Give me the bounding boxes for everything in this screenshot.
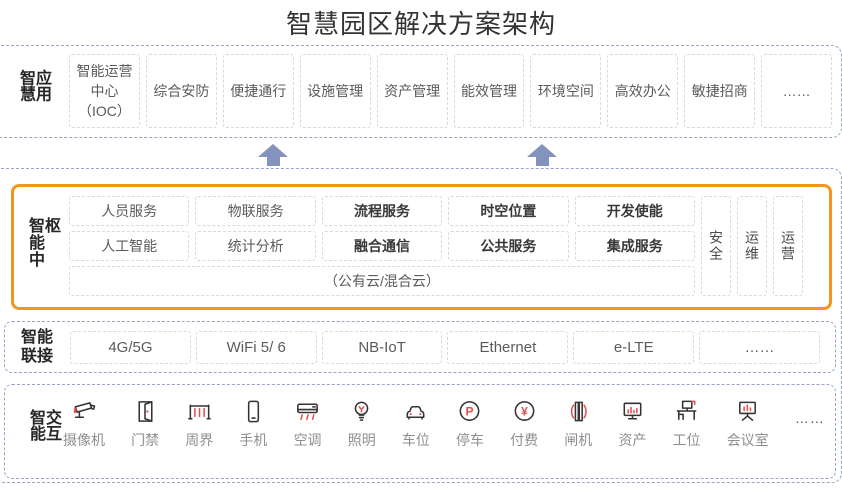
device-label: 手机	[239, 430, 267, 450]
device-label: 照明	[348, 430, 376, 450]
app-box-asset: 资产管理	[377, 54, 448, 128]
device-label: 资产	[618, 430, 646, 450]
car-space-icon	[402, 398, 429, 425]
diagram-title: 智慧园区解决方案架构	[0, 4, 842, 41]
device-label: 闸机	[564, 430, 592, 450]
app-box-facility: 设施管理	[300, 54, 371, 128]
up-arrow-stem	[267, 157, 280, 166]
hub-box-process: 流程服务	[322, 196, 442, 226]
mobile-phone-icon	[240, 398, 267, 425]
app-box-ioc: 智能运营中心（IOC）	[69, 54, 140, 128]
device-label: 停车	[456, 430, 484, 450]
platform-section: 智能中枢 人员服务 物联服务 流程服务 时空位置 开发使能 人工智能 统计分析 …	[0, 168, 842, 483]
hub-pillars: 安全 运维 运营	[701, 196, 803, 296]
app-box-office: 高效办公	[607, 54, 678, 128]
svg-text:¥: ¥	[521, 404, 528, 418]
app-box-more: ……	[761, 54, 832, 128]
layer-label-smart-hub: 智能中枢	[26, 217, 58, 277]
device-payment: ¥ 付费	[510, 398, 538, 450]
app-box-access: 便捷通行	[223, 54, 294, 128]
app-box-environment: 环境空间	[530, 54, 601, 128]
net-box-wifi: WiFi 5/ 6	[196, 331, 317, 364]
app-box-security: 综合安防	[146, 54, 217, 128]
device-camera: 摄像机	[63, 398, 105, 450]
air-conditioner-icon	[294, 398, 321, 425]
device-label: 空调	[294, 430, 322, 450]
device-phone: 手机	[239, 398, 267, 450]
layer-smart-hub: 智能中枢 人员服务 物联服务 流程服务 时空位置 开发使能 人工智能 统计分析 …	[11, 184, 832, 310]
net-box-nbiot: NB-IoT	[322, 331, 443, 364]
app-box-energy: 能效管理	[454, 54, 525, 128]
layer-smart-interaction: 智能交互 摄像机	[4, 384, 836, 479]
device-label: 付费	[510, 430, 538, 450]
device-ac: 空调	[294, 398, 322, 450]
device-door-access: 门禁	[131, 398, 159, 450]
turnstile-gate-icon	[565, 398, 592, 425]
up-arrow-head	[527, 144, 557, 157]
asset-monitor-icon	[619, 398, 646, 425]
device-car-space: 车位	[402, 398, 430, 450]
hub-box-iot: 物联服务	[195, 196, 315, 226]
up-arrow	[527, 144, 557, 166]
hub-box-integration: 集成服务	[575, 231, 695, 261]
device-lighting: 照明	[348, 398, 376, 450]
door-access-icon	[132, 398, 159, 425]
net-box-ethernet: Ethernet	[447, 331, 568, 364]
device-label: 摄像机	[63, 430, 105, 450]
parking-sign-icon: P	[456, 398, 483, 425]
device-label: 周界	[185, 430, 213, 450]
net-box-elte: e-LTE	[573, 331, 694, 364]
device-turnstile: 闸机	[564, 398, 592, 450]
network-box-row: 4G/5G WiFi 5/ 6 NB-IoT Ethernet e-LTE ……	[70, 331, 820, 364]
device-perimeter: 周界	[185, 398, 213, 450]
device-parking: P 停车	[456, 398, 484, 450]
device-label: 门禁	[131, 430, 159, 450]
layer-smart-applications: 智慧应用 智能运营中心（IOC） 综合安防 便捷通行 设施管理 资产管理 能效管…	[0, 45, 842, 138]
device-meeting-room: 会议室	[727, 398, 769, 450]
hub-box-ai: 人工智能	[69, 231, 189, 261]
device-row: 摄像机 门禁 周界	[63, 398, 825, 450]
perimeter-fence-icon	[186, 398, 213, 425]
light-bulb-icon	[348, 398, 375, 425]
net-box-4g5g: 4G/5G	[70, 331, 191, 364]
up-arrow-head	[258, 144, 288, 157]
up-arrow	[258, 144, 288, 166]
net-box-more: ……	[699, 331, 820, 364]
cctv-camera-icon	[71, 398, 98, 425]
payment-yuan-icon: ¥	[511, 398, 538, 425]
workstation-desk-icon	[673, 398, 700, 425]
layer-label-smart-applications: 智慧应用	[17, 69, 49, 115]
layer-smart-connectivity: 智能联接 4G/5G WiFi 5/ 6 NB-IoT Ethernet e-L…	[4, 321, 836, 373]
meeting-room-screen-icon	[734, 398, 761, 425]
up-arrow-stem	[536, 157, 549, 166]
smart-park-architecture-diagram: 智慧园区解决方案架构 智慧应用 智能运营中心（IOC） 综合安防 便捷通行 设施…	[0, 0, 842, 489]
hub-box-spatiotemporal: 时空位置	[448, 196, 568, 226]
pillar-security: 安全	[701, 196, 731, 296]
hub-box-cloud: （公有云/混合云）	[69, 266, 695, 296]
layer-label-smart-interaction: 智能交互	[27, 408, 59, 455]
hub-services-grid: 人员服务 物联服务 流程服务 时空位置 开发使能 人工智能 统计分析 融合通信 …	[69, 196, 695, 296]
hub-box-statistics: 统计分析	[195, 231, 315, 261]
device-label: 会议室	[727, 430, 769, 450]
hub-box-communication: 融合通信	[322, 231, 442, 261]
layer-label-smart-connectivity: 智能联接	[21, 328, 57, 366]
device-more-ellipsis: ……	[795, 398, 825, 426]
device-label: 工位	[673, 430, 701, 450]
pillar-om: 运维	[737, 196, 767, 296]
device-label: 车位	[402, 430, 430, 450]
hub-box-public-service: 公共服务	[448, 231, 568, 261]
device-workstation: 工位	[673, 398, 701, 450]
device-asset: 资产	[618, 398, 646, 450]
pillar-operation: 运营	[773, 196, 803, 296]
svg-text:P: P	[466, 404, 474, 418]
hub-box-personnel: 人员服务	[69, 196, 189, 226]
hub-box-dev-enablement: 开发使能	[575, 196, 695, 226]
apps-box-row: 智能运营中心（IOC） 综合安防 便捷通行 设施管理 资产管理 能效管理 环境空…	[69, 54, 832, 128]
app-box-leasing: 敏捷招商	[684, 54, 755, 128]
